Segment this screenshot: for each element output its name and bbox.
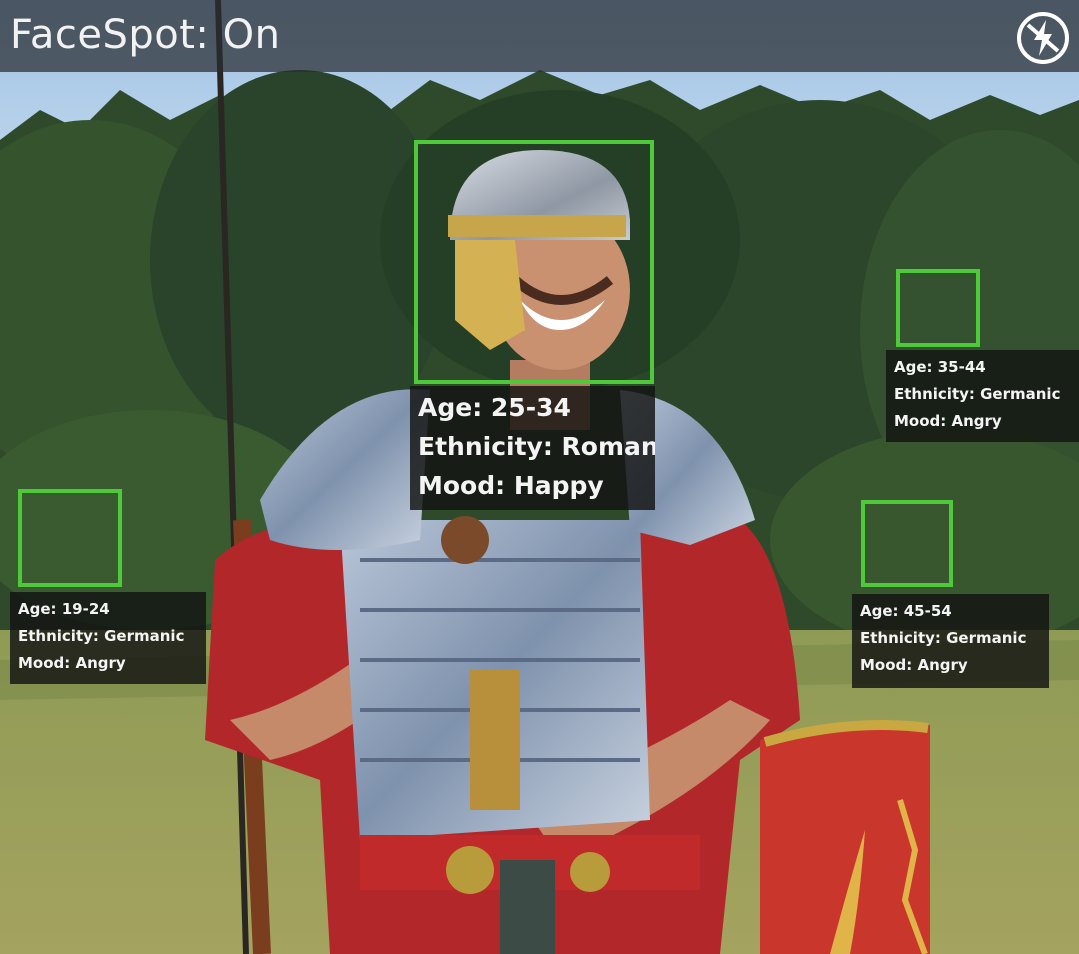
face-ethnicity: Ethnicity: Roman bbox=[418, 432, 655, 461]
face-detection-box bbox=[414, 140, 654, 384]
face-info-panel: Age: 45-54 Ethnicity: Germanic Mood: Ang… bbox=[852, 594, 1049, 688]
face-mood: Mood: Happy bbox=[418, 471, 604, 500]
facespot-status-title: FaceSpot: On bbox=[10, 12, 281, 58]
face-age: Age: 35-44 bbox=[894, 358, 986, 376]
face-detection-box bbox=[896, 269, 980, 347]
face-age: Age: 45-54 bbox=[860, 602, 952, 620]
face-mood: Mood: Angry bbox=[18, 654, 126, 672]
flash-off-icon bbox=[1017, 12, 1069, 64]
face-ethnicity: Ethnicity: Germanic bbox=[860, 629, 1027, 647]
face-ethnicity: Ethnicity: Germanic bbox=[894, 385, 1061, 403]
face-info-panel: Age: 19-24 Ethnicity: Germanic Mood: Ang… bbox=[10, 592, 206, 684]
face-age: Age: 19-24 bbox=[18, 600, 110, 618]
face-info-panel: Age: 35-44 Ethnicity: Germanic Mood: Ang… bbox=[886, 350, 1079, 442]
face-info-panel: Age: 25-34 Ethnicity: Roman Mood: Happy bbox=[410, 386, 655, 510]
face-detection-box bbox=[18, 489, 122, 587]
face-mood: Mood: Angry bbox=[860, 656, 968, 674]
face-age: Age: 25-34 bbox=[418, 393, 571, 422]
face-mood: Mood: Angry bbox=[894, 412, 1002, 430]
face-ethnicity: Ethnicity: Germanic bbox=[18, 627, 185, 645]
face-detection-box bbox=[861, 500, 953, 587]
status-bar: FaceSpot: On bbox=[0, 0, 1079, 72]
flash-off-button[interactable] bbox=[1015, 10, 1071, 66]
